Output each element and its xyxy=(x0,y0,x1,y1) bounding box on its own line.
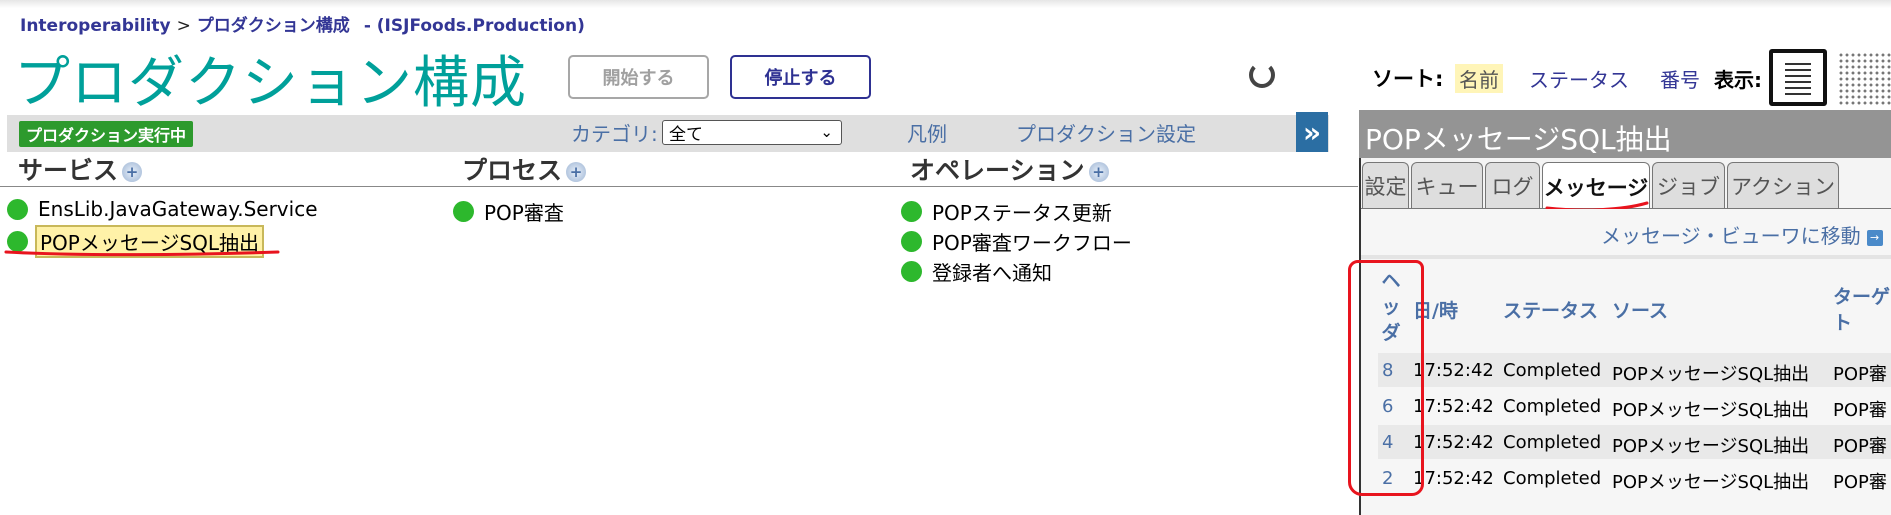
message-viewer-link[interactable]: メッセージ・ビューワに移動 → xyxy=(1601,220,1883,249)
status-badge: プロダクション実行中 xyxy=(19,121,194,147)
item-label: POP審査 xyxy=(484,201,564,225)
cell-target: POP審 xyxy=(1833,400,1887,421)
item-label: POPステータス更新 xyxy=(932,201,1112,225)
status-dot-icon xyxy=(901,261,922,282)
tab-settings[interactable]: 設定 xyxy=(1362,162,1409,208)
services-column-header: サービス + xyxy=(18,151,143,187)
chevron-down-icon: ⌄ xyxy=(820,123,833,141)
legend-link[interactable]: 凡例 xyxy=(907,118,947,147)
services-title: サービス xyxy=(18,156,119,185)
processes-title: プロセス xyxy=(462,156,563,185)
status-dot-icon xyxy=(901,201,922,222)
status-dot-icon xyxy=(7,198,28,220)
column-header-source[interactable]: ソース xyxy=(1612,296,1668,323)
item-label: EnsLib.JavaGateway.Service xyxy=(38,197,318,221)
list-item-operation[interactable]: 登録者へ通知 xyxy=(901,257,1055,286)
cell-status: Completed xyxy=(1503,432,1602,453)
plus-icon[interactable]: + xyxy=(122,162,143,182)
cell-target: POP審 xyxy=(1833,472,1887,493)
plus-icon[interactable]: + xyxy=(1088,162,1109,182)
message-viewer-link-label: メッセージ・ビューワに移動 xyxy=(1601,224,1861,248)
cell-time: 17:52:42 xyxy=(1413,396,1494,417)
underline-annotation xyxy=(4,250,280,257)
item-label: POP審査ワークフロー xyxy=(932,231,1132,255)
plus-icon[interactable]: + xyxy=(566,162,587,182)
top-shadow xyxy=(0,0,1891,8)
cell-status: Completed xyxy=(1503,468,1602,489)
cell-source: POPメッセージSQL抽出 xyxy=(1612,364,1810,385)
cell-source: POPメッセージSQL抽出 xyxy=(1612,400,1810,421)
detail-panel-title: POPメッセージSQL抽出 xyxy=(1365,123,1672,156)
column-header-status[interactable]: ステータス xyxy=(1503,296,1598,323)
tab-jobs[interactable]: ジョブ xyxy=(1652,162,1725,208)
category-select[interactable]: 全て ⌄ xyxy=(662,120,842,145)
start-button[interactable]: 開始する xyxy=(568,55,709,99)
breadcrumb-current[interactable]: プロダクション構成 xyxy=(197,16,350,36)
cell-source: POPメッセージSQL抽出 xyxy=(1612,436,1810,457)
item-label: 登録者へ通知 xyxy=(932,261,1052,285)
section-divider xyxy=(1361,255,1891,259)
breadcrumb: Interoperability > プロダクション構成 - (ISJFoods.Pr… xyxy=(20,11,585,36)
page-title: プロダクション構成 xyxy=(14,51,527,116)
cell-status: Completed xyxy=(1503,360,1602,381)
sort-label: ソート: xyxy=(1372,67,1444,91)
operations-title: オペレーション xyxy=(910,156,1085,185)
processes-column-header: プロセス + xyxy=(462,151,587,187)
tab-actions[interactable]: アクション xyxy=(1727,162,1839,208)
display-label: 表示: xyxy=(1714,68,1762,92)
list-item-operation[interactable]: POP審査ワークフロー xyxy=(901,227,1135,256)
list-item-service[interactable]: EnsLib.JavaGateway.Service xyxy=(7,197,321,221)
cell-source: POPメッセージSQL抽出 xyxy=(1612,472,1810,493)
sort-option-name[interactable]: 名前 xyxy=(1455,64,1503,93)
cell-target: POP審 xyxy=(1833,364,1887,385)
cell-time: 17:52:42 xyxy=(1413,432,1494,453)
list-view-icon[interactable] xyxy=(1769,49,1827,106)
tab-queue[interactable]: キュー xyxy=(1411,162,1483,208)
category-select-value: 全て xyxy=(669,125,703,145)
stop-button[interactable]: 停止する xyxy=(730,55,871,99)
cell-target: POP審 xyxy=(1833,436,1887,457)
column-divider xyxy=(0,186,1358,187)
operations-column-header: オペレーション + xyxy=(910,151,1109,187)
column-header-target[interactable]: ターゲ ト xyxy=(1833,284,1890,336)
cell-time: 17:52:42 xyxy=(1413,360,1494,381)
breadcrumb-namespace: - (ISJFoods.Production) xyxy=(363,16,585,36)
list-item-operation[interactable]: POPステータス更新 xyxy=(901,197,1115,226)
sort-option-status[interactable]: ステータス xyxy=(1525,64,1633,93)
cell-time: 17:52:42 xyxy=(1413,468,1494,489)
expand-panel-button[interactable]: » xyxy=(1296,112,1328,152)
status-dot-icon xyxy=(453,201,474,222)
spinner-icon xyxy=(1249,62,1275,88)
production-settings-link[interactable]: プロダクション設定 xyxy=(1016,118,1196,147)
tab-log[interactable]: ログ xyxy=(1485,162,1540,208)
sort-option-number[interactable]: 番号 xyxy=(1656,64,1704,93)
breadcrumb-separator: > xyxy=(176,16,191,36)
external-link-icon: → xyxy=(1866,229,1883,246)
status-dot-icon xyxy=(901,231,922,252)
highlight-box-annotation xyxy=(1348,260,1424,496)
category-label: カテゴリ: xyxy=(571,122,658,146)
grid-view-icon[interactable] xyxy=(1838,52,1891,105)
list-item-process[interactable]: POP審査 xyxy=(453,197,567,226)
breadcrumb-root-link[interactable]: Interoperability xyxy=(20,16,171,36)
cell-status: Completed xyxy=(1503,396,1602,417)
